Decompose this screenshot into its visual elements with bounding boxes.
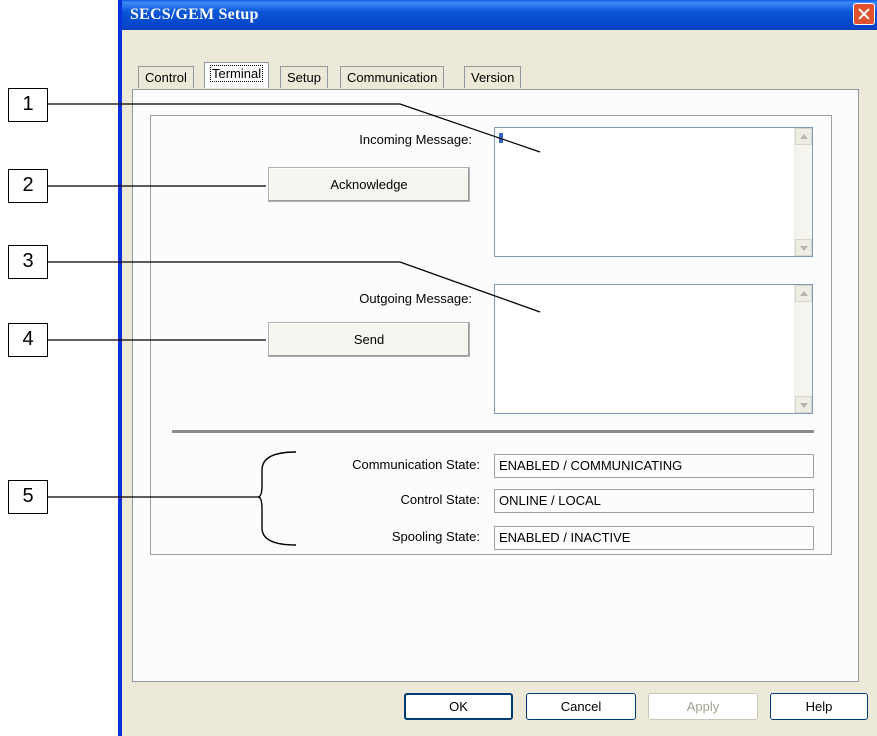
scroll-down-icon[interactable] [795, 396, 812, 413]
incoming-message-box[interactable] [494, 127, 813, 257]
spooling-state-label: Spooling State: [391, 529, 480, 544]
send-button[interactable]: Send [268, 322, 470, 357]
callout-5: 5 [8, 480, 48, 514]
text-caret [499, 133, 503, 143]
incoming-scrollbar[interactable] [794, 128, 812, 256]
tab-communication[interactable]: Communication [340, 66, 445, 88]
callout-2: 2 [8, 169, 48, 203]
ok-button[interactable]: OK [404, 693, 513, 720]
scroll-up-icon[interactable] [795, 128, 812, 145]
outgoing-message-text: Outgoing Message: [359, 291, 472, 306]
close-icon[interactable] [853, 3, 875, 25]
window-title: SECS/GEM Setup [130, 6, 259, 23]
acknowledge-button-label: Acknowledge [330, 177, 408, 192]
control-state-field: ONLINE / LOCAL [494, 489, 814, 513]
separator [172, 430, 814, 434]
tab-control[interactable]: Control [138, 66, 194, 88]
outgoing-message-label: Outgoing Message: [300, 291, 472, 306]
help-button[interactable]: Help [770, 693, 868, 720]
tab-setup[interactable]: Setup [280, 66, 328, 88]
send-button-label: Send [353, 332, 385, 347]
scroll-down-icon[interactable] [795, 239, 812, 256]
incoming-message-text: Incoming Message: [359, 132, 472, 147]
callout-4: 4 [8, 323, 48, 357]
tab-version[interactable]: Version [464, 66, 522, 88]
control-state-label: Control State: [400, 492, 481, 507]
tab-terminal-label: Terminal [209, 65, 264, 82]
outgoing-scrollbar[interactable] [794, 285, 812, 413]
communication-state-field: ENABLED / COMMUNICATING [494, 454, 814, 478]
outgoing-message-box[interactable] [494, 284, 813, 414]
tab-setup-label: Setup [287, 70, 321, 85]
tab-control-label: Control [145, 70, 187, 85]
tab-terminal[interactable]: Terminal [204, 62, 270, 88]
tab-communication-label: Communication [347, 70, 438, 85]
cancel-button[interactable]: Cancel [526, 693, 636, 720]
title-bar[interactable]: SECS/GEM Setup [122, 0, 877, 30]
spooling-state-field: ENABLED / INACTIVE [494, 526, 814, 550]
scroll-up-icon[interactable] [795, 285, 812, 302]
callout-3: 3 [8, 245, 48, 279]
acknowledge-button[interactable]: Acknowledge [268, 167, 470, 202]
incoming-message-label: Incoming Message: [300, 132, 472, 147]
callout-1: 1 [8, 88, 48, 122]
communication-state-label: Communication State: [352, 457, 480, 472]
apply-button[interactable]: Apply [648, 693, 758, 720]
tab-version-label: Version [471, 70, 515, 85]
